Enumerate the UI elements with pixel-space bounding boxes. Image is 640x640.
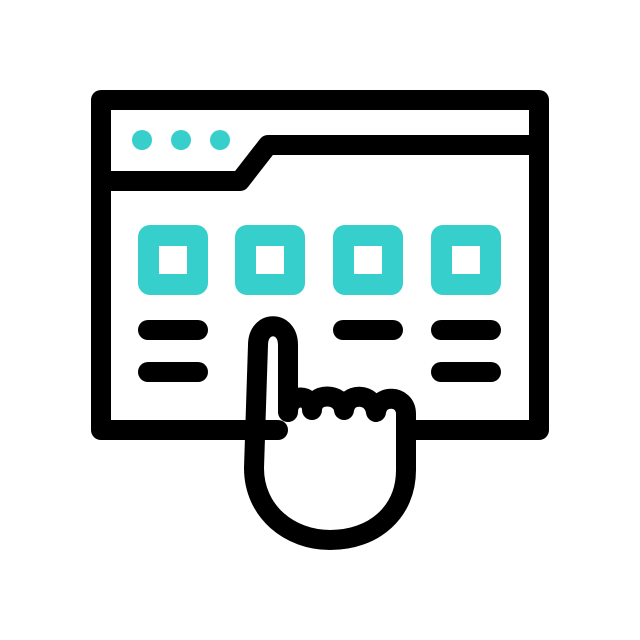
control-dot-3 [210, 130, 230, 150]
tab-line [91, 135, 549, 191]
tile-1 [138, 225, 208, 295]
text-lines [138, 320, 501, 382]
tile-4 [431, 225, 501, 295]
control-dot-2 [171, 130, 191, 150]
tile-2 [235, 225, 305, 295]
control-dot-1 [132, 130, 152, 150]
tile-row [138, 225, 501, 295]
tile-3 [333, 225, 403, 295]
browser-window-click-icon [91, 90, 549, 550]
window-controls [132, 130, 230, 150]
browser-click-illustration [0, 0, 640, 640]
